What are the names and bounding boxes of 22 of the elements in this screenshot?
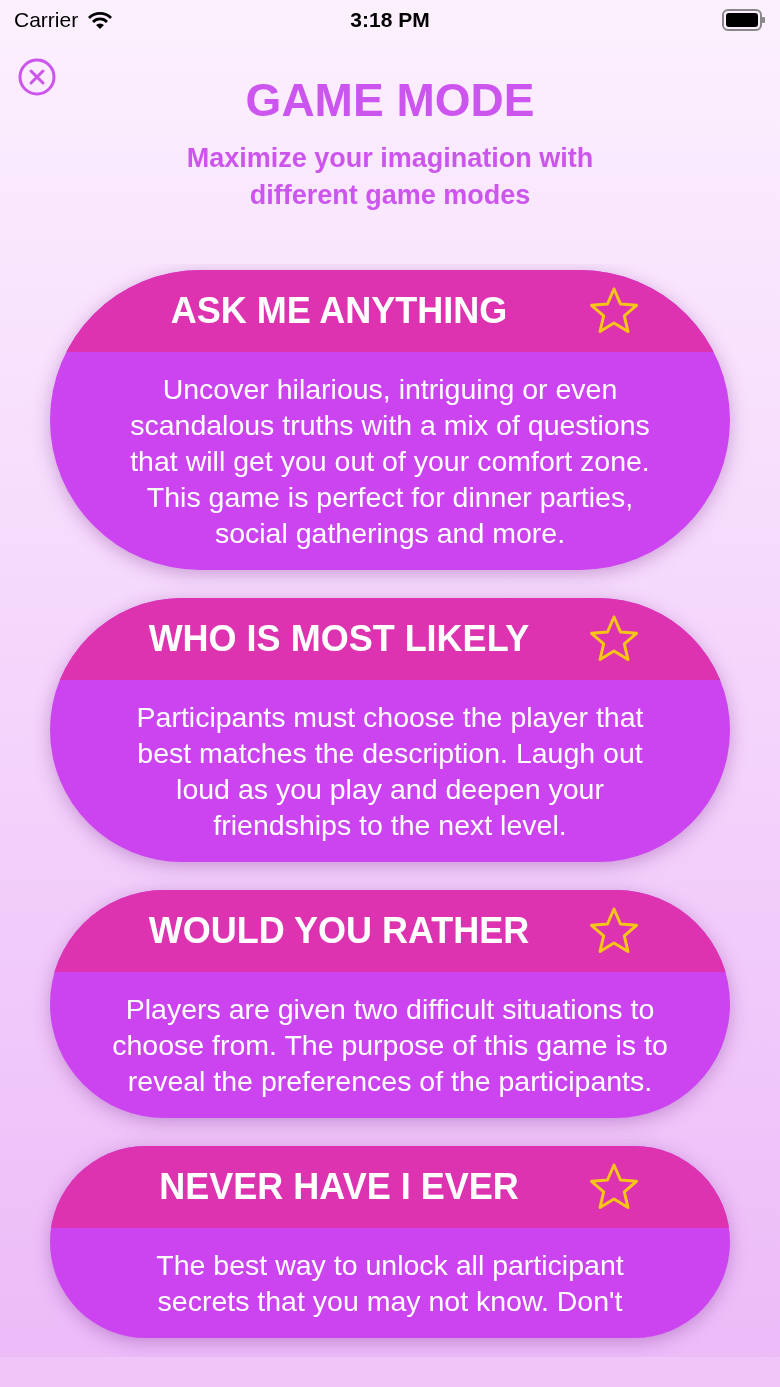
mode-title: WHO IS MOST LIKELY (147, 617, 531, 661)
star-icon[interactable] (588, 1162, 640, 1212)
game-mode-card[interactable]: WOULD YOU RATHER Players are given two difficult situations to choose from. The purpose of this game is to reveal the preferences of the participants. (50, 890, 730, 1118)
clock-label: 3:18 PM (350, 7, 430, 34)
wifi-icon (86, 10, 115, 30)
battery-icon (722, 9, 766, 31)
carrier-label: Carrier (14, 7, 79, 34)
close-button[interactable] (18, 58, 56, 96)
mode-description: Participants must choose the player that best matches the description. Laugh out loud as you play and deepen your friendships to the next level. (135, 700, 645, 843)
game-mode-card[interactable]: NEVER HAVE I EVER The best way to unlock all participant secrets that you may not know. Don't (50, 1146, 730, 1338)
mode-description: Players are given two difficult situations to choose from. The purpose of this game is to reveal the preferences of the participants. (111, 992, 669, 1099)
mode-description: Uncover hilarious, intriguing or even scandalous truths with a mix of questions that will get you out of your comfort zone. This game is perfect for dinner parties, social gatherings and more. (129, 372, 651, 551)
mode-title: WOULD YOU RATHER (147, 909, 531, 953)
mode-title: ASK ME ANYTHING (169, 289, 509, 333)
star-icon[interactable] (588, 906, 640, 956)
mode-description: The best way to unlock all participant secrets that you may not know. Don't (155, 1248, 625, 1319)
star-icon[interactable] (588, 614, 640, 664)
star-icon[interactable] (588, 286, 640, 336)
page-title: GAME MODE (245, 73, 535, 128)
mode-title: NEVER HAVE I EVER (158, 1165, 520, 1209)
page-subtitle: Maximize your imagination with different game modes (185, 142, 595, 212)
game-mode-card[interactable]: WHO IS MOST LIKELY Participants must choose the player that best matches the description. Laugh out loud as you play and deepen your friendships to the next level. (50, 598, 730, 862)
